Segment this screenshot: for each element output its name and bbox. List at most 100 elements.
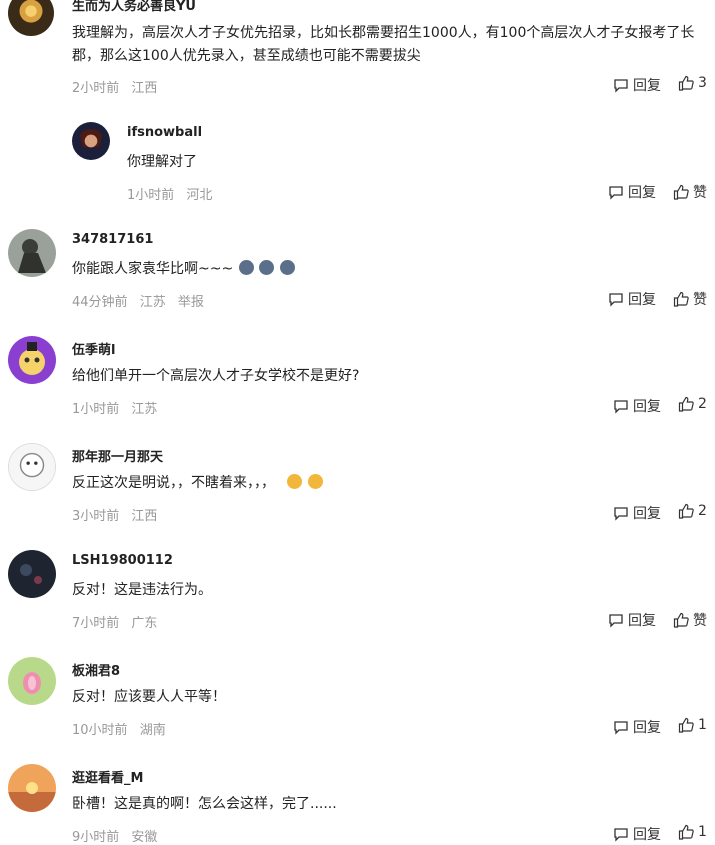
thumbs-up-icon bbox=[678, 75, 694, 91]
comment-time: 7小时前 bbox=[72, 616, 120, 631]
like-button[interactable]: 3 bbox=[678, 75, 707, 91]
like-button[interactable]: 1 bbox=[678, 717, 707, 733]
avatar[interactable] bbox=[8, 443, 56, 491]
reply-label: 回复 bbox=[633, 720, 661, 736]
doge-emoji-icon bbox=[279, 260, 295, 275]
avatar[interactable] bbox=[8, 229, 56, 277]
avatar[interactable] bbox=[8, 336, 56, 384]
reply-button[interactable]: 回复 bbox=[613, 824, 661, 844]
chat-bubble-icon bbox=[609, 293, 623, 307]
laughing-emoji-icon bbox=[307, 474, 323, 489]
comment-time: 3小时前 bbox=[72, 509, 120, 524]
commenter-name[interactable]: ifsnowball bbox=[127, 125, 202, 140]
report-link[interactable]: 举报 bbox=[178, 295, 204, 310]
thumbs-up-icon bbox=[678, 717, 694, 733]
like-label: 赞 bbox=[693, 292, 707, 308]
comment-text: 卧槽！这是真的啊！怎么会这样，完了...... bbox=[72, 796, 337, 812]
like-count: 1 bbox=[698, 717, 707, 733]
avatar-image bbox=[72, 122, 110, 160]
like-count: 2 bbox=[698, 396, 707, 412]
comment-location: 广东 bbox=[131, 616, 158, 631]
avatar[interactable] bbox=[8, 0, 54, 36]
thumbs-up-icon bbox=[673, 612, 689, 628]
comment-text: 郡，那么这100人优先录入，甚至成绩也可能不需要拔尖 bbox=[72, 48, 421, 64]
comment-time: 1小时前 bbox=[72, 402, 120, 417]
doge-emoji-icon bbox=[238, 260, 254, 275]
reply-button[interactable]: 回复 bbox=[608, 182, 656, 202]
comment-location: 安徽 bbox=[131, 830, 158, 845]
comment-location: 江苏 bbox=[139, 295, 166, 310]
comment-location: 河北 bbox=[186, 188, 213, 203]
chat-bubble-icon bbox=[609, 614, 623, 628]
commenter-name[interactable]: 那年那一月那天 bbox=[72, 446, 163, 465]
comment-time: 2小时前 bbox=[72, 81, 120, 96]
reply-label: 回复 bbox=[628, 185, 656, 201]
avatar-image bbox=[8, 764, 56, 812]
commenter-name[interactable]: 逛逛看看_M bbox=[72, 767, 143, 786]
reply-label: 回复 bbox=[633, 827, 661, 843]
comment-text: 反对！应该要人人平等！ bbox=[72, 689, 226, 705]
commenter-name[interactable]: 生而为人务必善良YU bbox=[72, 0, 196, 14]
commenter-name[interactable]: 347817161 bbox=[72, 232, 153, 247]
comment-meta: 44分钟前 江苏 举报 bbox=[72, 291, 212, 310]
comment-text: 你理解对了 bbox=[127, 154, 197, 170]
comment-meta: 9小时前 安徽 bbox=[72, 826, 165, 845]
reply-button[interactable]: 回复 bbox=[608, 610, 656, 630]
comment-text-content: 反正这次是明说，，不瞎着来，，， bbox=[72, 475, 275, 491]
like-button[interactable]: 2 bbox=[678, 503, 707, 519]
like-button[interactable]: 2 bbox=[678, 396, 707, 412]
avatar[interactable] bbox=[72, 122, 110, 160]
thumbs-up-icon bbox=[678, 396, 694, 412]
reply-button[interactable]: 回复 bbox=[613, 75, 661, 95]
comment-time: 9小时前 bbox=[72, 830, 120, 845]
laughing-emoji-icon bbox=[287, 474, 303, 489]
thumbs-up-icon bbox=[673, 291, 689, 307]
like-label: 赞 bbox=[693, 613, 707, 629]
avatar[interactable] bbox=[8, 657, 56, 705]
comment-text: 反正这次是明说，，不瞎着来，，， bbox=[72, 472, 323, 494]
like-button[interactable]: 赞 bbox=[673, 610, 707, 630]
reply-button[interactable]: 回复 bbox=[608, 289, 656, 309]
comment-meta: 7小时前 广东 bbox=[72, 612, 165, 631]
avatar-image bbox=[9, 444, 55, 490]
comment-text: 反对！这是违法行为。 bbox=[72, 582, 212, 598]
comment-meta: 2小时前 江西 bbox=[72, 77, 165, 96]
doge-emoji-icon bbox=[259, 260, 275, 275]
chat-bubble-icon bbox=[614, 721, 628, 735]
reply-button[interactable]: 回复 bbox=[613, 503, 661, 523]
commenter-name[interactable]: LSH19800112 bbox=[72, 553, 173, 568]
reply-label: 回复 bbox=[633, 78, 661, 94]
comment-location: 江西 bbox=[131, 509, 158, 524]
comment-location: 江苏 bbox=[131, 402, 158, 417]
reply-label: 回复 bbox=[633, 506, 661, 522]
comment-location: 江西 bbox=[131, 81, 158, 96]
reply-button[interactable]: 回复 bbox=[613, 396, 661, 416]
reply-label: 回复 bbox=[628, 292, 656, 308]
avatar-image bbox=[8, 229, 56, 277]
chat-bubble-icon bbox=[614, 79, 628, 93]
comment-meta: 10小时前 湖南 bbox=[72, 719, 174, 738]
comment-time: 44分钟前 bbox=[72, 295, 128, 310]
comment-meta: 3小时前 江西 bbox=[72, 505, 165, 524]
comment-time: 10小时前 bbox=[72, 723, 128, 738]
like-count: 3 bbox=[698, 75, 707, 91]
avatar-image bbox=[8, 0, 54, 36]
reply-label: 回复 bbox=[628, 613, 656, 629]
comment-meta: 1小时前 河北 bbox=[127, 184, 220, 203]
comment-meta: 1小时前 江苏 bbox=[72, 398, 165, 417]
like-button[interactable]: 赞 bbox=[673, 289, 707, 309]
thumbs-up-icon bbox=[678, 824, 694, 840]
chat-bubble-icon bbox=[614, 400, 628, 414]
commenter-name[interactable]: 伍季萌l bbox=[72, 339, 115, 358]
reply-button[interactable]: 回复 bbox=[613, 717, 661, 737]
like-button[interactable]: 1 bbox=[678, 824, 707, 840]
like-button[interactable]: 赞 bbox=[673, 182, 707, 202]
commenter-name[interactable]: 板湘君8 bbox=[72, 660, 120, 679]
comment-text: 我理解为，高层次人才子女优先招录，比如长郡需要招生1000人，有100个高层次人… bbox=[72, 25, 695, 41]
avatar[interactable] bbox=[8, 764, 56, 812]
avatar-image bbox=[8, 336, 56, 384]
like-count: 1 bbox=[698, 824, 707, 840]
avatar[interactable] bbox=[8, 550, 56, 598]
comment-time: 1小时前 bbox=[127, 188, 175, 203]
avatar-image bbox=[8, 550, 56, 598]
